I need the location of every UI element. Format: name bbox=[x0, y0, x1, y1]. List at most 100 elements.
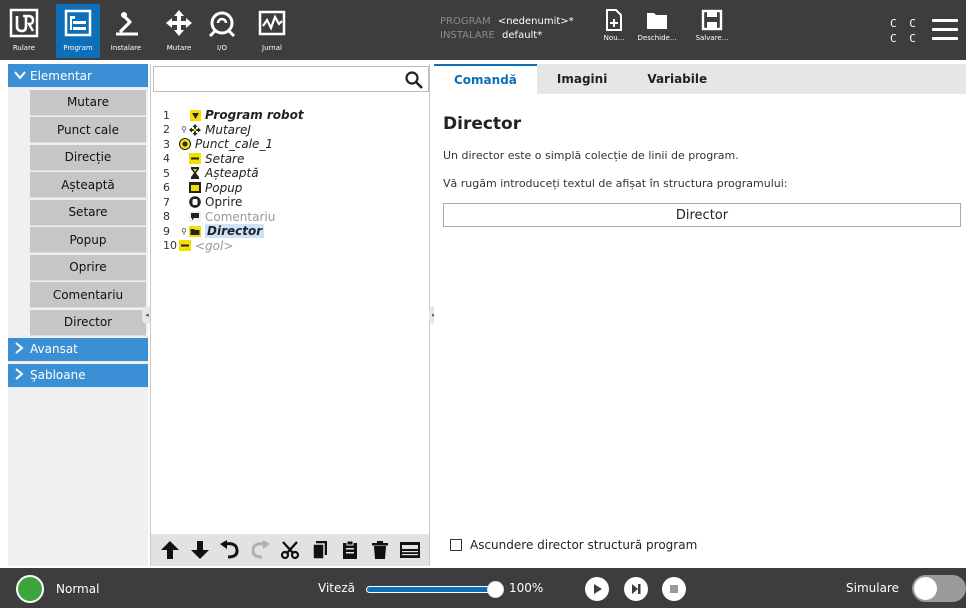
tree-label-selected: Director bbox=[205, 224, 265, 239]
hourglass-icon bbox=[189, 167, 201, 180]
step-icon bbox=[632, 584, 641, 594]
copy-icon bbox=[312, 541, 327, 560]
node-popup[interactable]: Popup bbox=[30, 227, 146, 253]
tool-log[interactable]: Jurnal bbox=[250, 4, 294, 58]
hamburger-menu-icon[interactable] bbox=[932, 19, 958, 41]
tree-label: Popup bbox=[205, 180, 243, 195]
move-down-button[interactable] bbox=[187, 537, 213, 563]
tool-move[interactable]: Mutare bbox=[157, 4, 201, 58]
tab-installation[interactable]: Instalare bbox=[104, 4, 148, 58]
line-number: 4 bbox=[163, 152, 170, 166]
search-icon[interactable] bbox=[404, 70, 424, 90]
line-number: 3 bbox=[163, 137, 170, 151]
trash-icon bbox=[372, 541, 388, 559]
tree-row[interactable]: 9 ⚲ Director bbox=[163, 224, 304, 239]
tree-row[interactable]: 10 <gol> bbox=[163, 239, 304, 254]
tree-row[interactable]: 6 Popup bbox=[163, 181, 304, 196]
node-direction[interactable]: Direcție bbox=[30, 144, 146, 171]
tab-program[interactable]: Program bbox=[56, 4, 100, 58]
bottom-bar: Normal Viteză 100% Simulare bbox=[0, 568, 966, 608]
hide-folder-option[interactable]: Ascundere director structură program bbox=[450, 538, 697, 552]
suppress-button[interactable] bbox=[397, 537, 423, 563]
line-number: 9 bbox=[163, 224, 170, 238]
line-number: 8 bbox=[163, 210, 170, 224]
tree-row[interactable]: 3 Punct_cale_1 bbox=[163, 137, 304, 152]
open-button[interactable]: Deschide... bbox=[632, 8, 682, 58]
redo-button[interactable] bbox=[247, 537, 273, 563]
tab-variables[interactable]: Variabile bbox=[627, 64, 727, 94]
collapse-triangle-icon[interactable] bbox=[189, 109, 201, 121]
delete-button[interactable] bbox=[367, 537, 393, 563]
open-folder-icon bbox=[647, 13, 667, 29]
category-basic-label: Elementar bbox=[30, 68, 92, 83]
properties-tabs: Comandă Imagini Variabile bbox=[434, 64, 966, 94]
tree-row[interactable]: 2 ⚲ MutareJ bbox=[163, 123, 304, 138]
node-comment[interactable]: Comentariu bbox=[30, 282, 146, 308]
category-templates[interactable]: Şabloane bbox=[8, 363, 148, 388]
stop-button[interactable] bbox=[662, 577, 686, 601]
move-node-icon bbox=[189, 123, 201, 136]
speed-slider-handle[interactable] bbox=[487, 581, 504, 598]
tool-io[interactable]: I/O bbox=[200, 4, 244, 58]
node-prompt: Vă rugăm introduceți textul de afișat în… bbox=[443, 177, 788, 190]
arrow-down-icon bbox=[191, 541, 209, 559]
node-set[interactable]: Setare bbox=[30, 199, 146, 226]
cut-button[interactable] bbox=[277, 537, 303, 563]
popup-node-icon bbox=[189, 182, 201, 194]
program-icon bbox=[58, 4, 98, 42]
node-halt[interactable]: Oprire bbox=[30, 254, 146, 281]
halt-hand-icon bbox=[189, 196, 201, 209]
tree-row[interactable]: 5 Așteaptă bbox=[163, 166, 304, 181]
expand-pin-icon[interactable]: ⚲ bbox=[179, 125, 189, 134]
category-basic[interactable]: Elementar bbox=[8, 64, 148, 88]
tab-run[interactable]: Rulare bbox=[2, 4, 46, 58]
category-advanced[interactable]: Avansat bbox=[8, 337, 148, 362]
node-folder[interactable]: Director bbox=[30, 309, 146, 336]
category-templates-label: Şabloane bbox=[30, 368, 86, 382]
line-number: 5 bbox=[163, 166, 170, 180]
expand-pin-icon[interactable]: ⚲ bbox=[179, 227, 189, 236]
tab-graphics[interactable]: Imagini bbox=[537, 64, 627, 94]
program-tree: 1 Program robot 2 ⚲ MutareJ 3 Punct_cale… bbox=[163, 108, 304, 253]
node-wait[interactable]: Așteaptă bbox=[30, 172, 146, 198]
program-info: PROGRAM <nedenumit>* INSTALARE default* bbox=[440, 15, 574, 43]
comment-icon bbox=[189, 211, 201, 223]
simulation-toggle-knob bbox=[914, 577, 937, 600]
tool-move-label: Mutare bbox=[166, 44, 192, 52]
stop-icon bbox=[670, 585, 678, 593]
save-button[interactable]: Salvare... bbox=[687, 8, 737, 58]
simulation-toggle[interactable] bbox=[912, 575, 966, 602]
tab-installation-label: Instalare bbox=[110, 44, 142, 52]
speed-slider[interactable] bbox=[366, 581, 504, 598]
speed-slider-fill bbox=[367, 587, 495, 592]
power-button[interactable] bbox=[16, 575, 44, 603]
move-up-button[interactable] bbox=[157, 537, 183, 563]
paste-icon bbox=[343, 540, 357, 559]
line-number: 2 bbox=[163, 123, 170, 137]
node-move[interactable]: Mutare bbox=[30, 89, 146, 116]
tree-search-input[interactable] bbox=[153, 66, 429, 92]
hide-folder-checkbox[interactable] bbox=[450, 539, 462, 551]
step-button[interactable] bbox=[624, 577, 648, 601]
node-waypoint[interactable]: Punct cale bbox=[30, 117, 146, 143]
tree-label: Punct_cale_1 bbox=[195, 137, 274, 152]
undo-button[interactable] bbox=[217, 537, 243, 563]
tree-row[interactable]: 4 Setare bbox=[163, 152, 304, 167]
tool-io-label: I/O bbox=[217, 44, 227, 52]
play-button[interactable] bbox=[585, 577, 609, 601]
scissors-icon bbox=[280, 541, 300, 560]
tab-command[interactable]: Comandă bbox=[434, 64, 537, 94]
folder-name-input[interactable] bbox=[443, 203, 961, 227]
suppress-icon bbox=[400, 542, 420, 558]
paste-button[interactable] bbox=[337, 537, 363, 563]
top-bar: Rulare Program Instalare Mutare I/O Jurn… bbox=[0, 0, 966, 60]
node-title: Director bbox=[443, 114, 522, 134]
tree-row[interactable]: 8 Comentariu bbox=[163, 210, 304, 225]
tree-row[interactable]: 1 Program robot bbox=[163, 108, 304, 123]
copy-button[interactable] bbox=[307, 537, 333, 563]
save-icon bbox=[701, 9, 723, 31]
waypoint-icon bbox=[179, 138, 191, 151]
set-node-icon bbox=[189, 153, 201, 165]
tree-row[interactable]: 7 Oprire bbox=[163, 195, 304, 210]
arrow-up-icon bbox=[161, 541, 179, 559]
